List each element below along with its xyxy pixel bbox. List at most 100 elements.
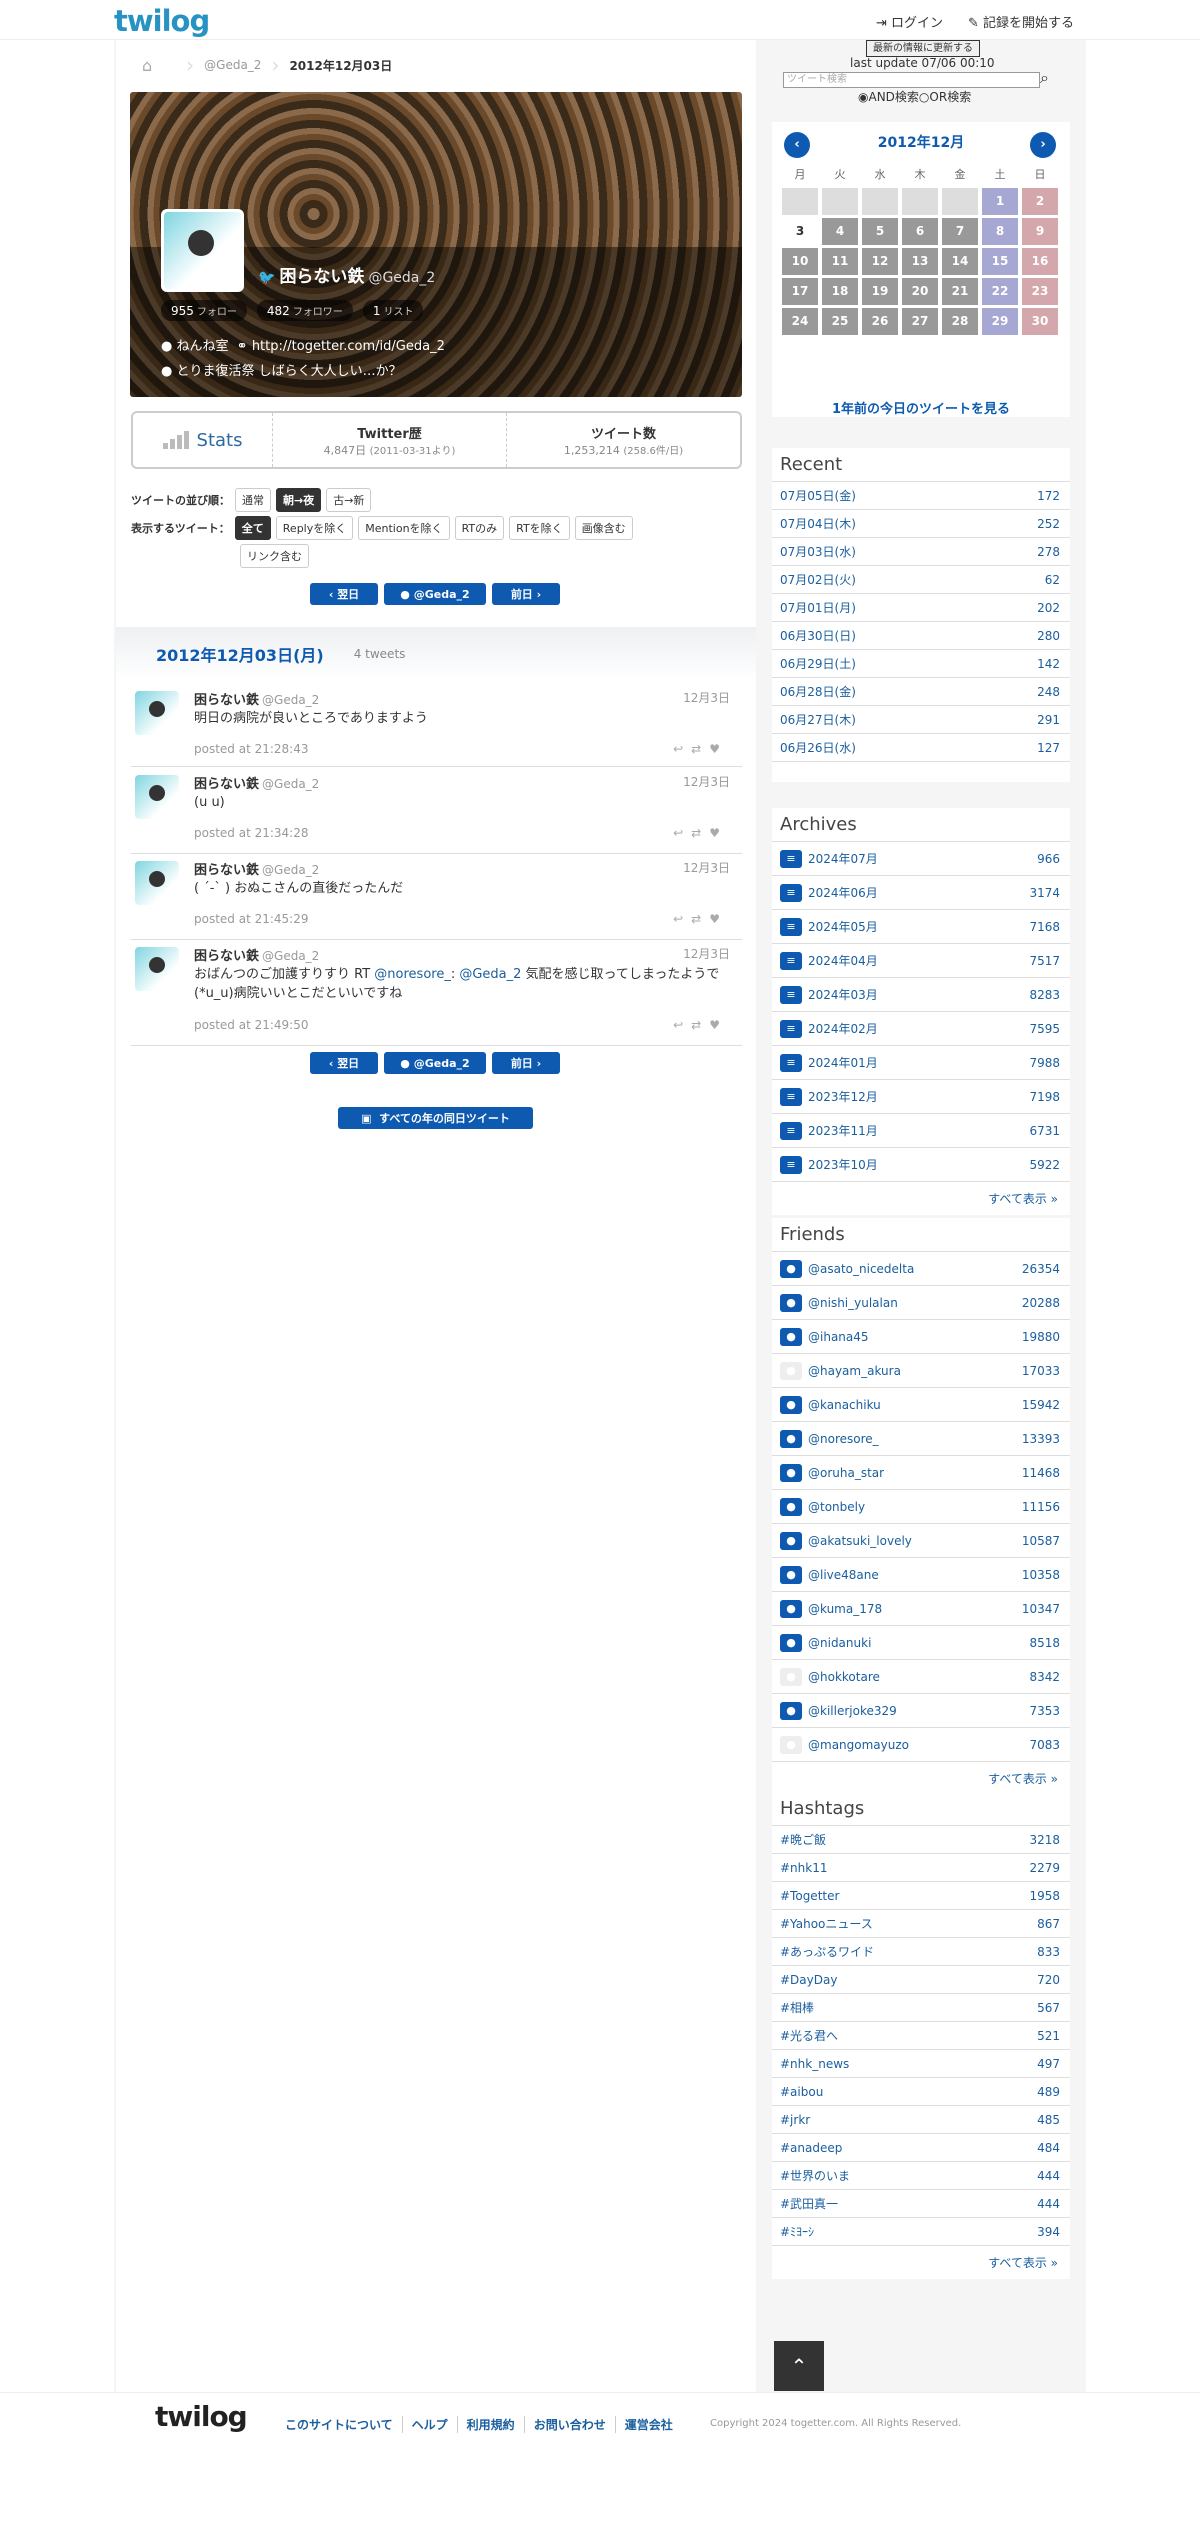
friend-item-link[interactable]: ● @oruha_star xyxy=(780,1463,884,1482)
footer-logo[interactable]: twilog xyxy=(155,2400,248,2433)
footer-link-company[interactable]: 運営会社 xyxy=(616,2416,682,2433)
back-to-top-button[interactable]: ⌃ xyxy=(774,2341,824,2391)
friend-item[interactable]: ● @live48ane 10358 xyxy=(772,1558,1070,1592)
calendar-next-icon[interactable]: › xyxy=(1030,132,1056,158)
calendar-day[interactable]: 24 xyxy=(782,308,818,335)
friend-item[interactable]: ● @ihana45 19880 xyxy=(772,1320,1070,1354)
friend-item[interactable]: ● @mangomayuzo 7083 xyxy=(772,1728,1070,1762)
footer-link-about[interactable]: このサイトについて xyxy=(276,2416,403,2433)
tweet-avatar[interactable] xyxy=(135,775,179,819)
hashtag-item-link[interactable]: #晩ご飯 xyxy=(780,1831,826,1848)
twilog-logo[interactable]: twilog xyxy=(114,4,210,38)
stats-link[interactable]: Stats xyxy=(133,413,273,467)
footer-link-help[interactable]: ヘルプ xyxy=(403,2416,458,2433)
recent-item-link[interactable]: 07月05日(金) xyxy=(780,487,856,504)
hashtag-item-link[interactable]: #武田真一 xyxy=(780,2195,838,2212)
archive-item-link[interactable]: ≡ 2024年05月 xyxy=(780,917,878,936)
recent-item[interactable]: 06月28日(金) 248 xyxy=(772,678,1070,706)
friends-show-all[interactable]: すべて表示 » xyxy=(772,1762,1070,1795)
search-icon[interactable]: ⌕ xyxy=(1040,68,1049,88)
calendar-day[interactable]: 14 xyxy=(942,248,978,275)
archive-item-link[interactable]: ≡ 2024年02月 xyxy=(780,1019,878,1038)
friend-item[interactable]: ● @akatsuki_lovely 10587 xyxy=(772,1524,1070,1558)
hashtag-item-link[interactable]: #ﾐﾖｰｼ xyxy=(780,2223,814,2240)
tweet-date[interactable]: 12月3日 xyxy=(683,773,730,790)
login-link[interactable]: ⇥ ログイン xyxy=(876,12,943,31)
user-button[interactable]: ● @Geda_2 xyxy=(384,1052,486,1074)
or-radio[interactable]: ○ xyxy=(919,90,929,104)
calendar-day[interactable]: 25 xyxy=(822,308,858,335)
hashtag-item[interactable]: #Yahooニュース 867 xyxy=(772,1910,1070,1938)
friend-item[interactable]: ● @asato_nicedelta 26354 xyxy=(772,1252,1070,1286)
calendar-day[interactable]: 2 xyxy=(1022,188,1058,215)
tweet-posted-at[interactable]: posted at 21:28:43 xyxy=(194,742,309,756)
filter-no-reply-button[interactable]: Replyを除く xyxy=(275,516,354,540)
search-input[interactable]: ツイート検索 xyxy=(783,72,1040,88)
friend-item-link[interactable]: ● @tonbely xyxy=(780,1497,865,1516)
hashtag-item-link[interactable]: #Yahooニュース xyxy=(780,1915,873,1932)
tweet-author[interactable]: 困らない鉄 @Geda_2 xyxy=(194,945,319,964)
friend-item-link[interactable]: ● @akatsuki_lovely xyxy=(780,1531,912,1550)
archive-item[interactable]: ≡ 2023年11月 6731 xyxy=(772,1114,1070,1148)
hashtag-item[interactable]: #DayDay 720 xyxy=(772,1966,1070,1994)
recent-item-link[interactable]: 07月03日(水) xyxy=(780,543,856,560)
archive-item-link[interactable]: ≡ 2024年01月 xyxy=(780,1053,878,1072)
refresh-button[interactable]: 最新の情報に更新する xyxy=(866,40,980,57)
breadcrumb-user[interactable]: @Geda_2 xyxy=(204,58,261,72)
friend-item-link[interactable]: ● @hayam_akura xyxy=(780,1361,901,1380)
hashtag-item-link[interactable]: #aibou xyxy=(780,2085,823,2099)
calendar-day[interactable]: 1 xyxy=(982,188,1018,215)
friend-item-link[interactable]: ● @live48ane xyxy=(780,1565,879,1584)
filter-all-button[interactable]: 全て xyxy=(234,516,271,540)
recent-item[interactable]: 07月03日(水) 278 xyxy=(772,538,1070,566)
tweet-posted-at[interactable]: posted at 21:45:29 xyxy=(194,912,309,926)
like-icon[interactable]: ♥ xyxy=(709,1018,728,1032)
calendar-day[interactable]: 28 xyxy=(942,308,978,335)
friend-item[interactable]: ● @noresore_ 13393 xyxy=(772,1422,1070,1456)
footer-link-terms[interactable]: 利用規約 xyxy=(458,2416,525,2433)
archive-item-link[interactable]: ≡ 2024年03月 xyxy=(780,985,878,1004)
archive-item[interactable]: ≡ 2024年07月 966 xyxy=(772,842,1070,876)
recent-item[interactable]: 07月05日(金) 172 xyxy=(772,482,1070,510)
friend-item-link[interactable]: ● @nishi_yulalan xyxy=(780,1293,898,1312)
order-normal-button[interactable]: 通常 xyxy=(235,488,271,512)
hashtag-item-link[interactable]: #nhk_news xyxy=(780,2057,849,2071)
recent-item-link[interactable]: 06月30日(日) xyxy=(780,627,856,644)
friend-item-link[interactable]: ● @noresore_ xyxy=(780,1429,879,1448)
archive-item[interactable]: ≡ 2023年10月 5922 xyxy=(772,1148,1070,1182)
recent-item-link[interactable]: 07月01日(月) xyxy=(780,599,856,616)
friend-item-link[interactable]: ● @killerjoke329 xyxy=(780,1701,897,1720)
calendar-day[interactable]: 20 xyxy=(902,278,938,305)
recent-item[interactable]: 06月26日(水) 127 xyxy=(772,734,1070,762)
recent-item[interactable]: 06月30日(日) 280 xyxy=(772,622,1070,650)
archive-item[interactable]: ≡ 2024年06月 3174 xyxy=(772,876,1070,910)
friend-item-link[interactable]: ● @nidanuki xyxy=(780,1633,871,1652)
hashtag-item[interactable]: #aibou 489 xyxy=(772,2078,1070,2106)
archive-item-link[interactable]: ≡ 2024年04月 xyxy=(780,951,878,970)
recent-item[interactable]: 06月29日(土) 142 xyxy=(772,650,1070,678)
hashtag-item-link[interactable]: #nhk11 xyxy=(780,1861,827,1875)
retweet-icon[interactable]: ⇄ xyxy=(691,742,709,756)
hashtag-item-link[interactable]: #世界のいま xyxy=(780,2167,850,2184)
hashtag-item[interactable]: #nhk_news 497 xyxy=(772,2050,1070,2078)
hashtag-item[interactable]: #ﾐﾖｰｼ 394 xyxy=(772,2218,1070,2246)
calendar-day[interactable]: 11 xyxy=(822,248,858,275)
friend-item[interactable]: ● @killerjoke329 7353 xyxy=(772,1694,1070,1728)
follower-count[interactable]: 482 フォロワー xyxy=(256,300,353,321)
tweet-avatar[interactable] xyxy=(135,947,179,991)
like-icon[interactable]: ♥ xyxy=(709,912,728,926)
archive-item[interactable]: ≡ 2024年05月 7168 xyxy=(772,910,1070,944)
friend-item-link[interactable]: ● @hokkotare xyxy=(780,1667,880,1686)
calendar-day[interactable]: 12 xyxy=(862,248,898,275)
calendar-day[interactable]: 29 xyxy=(982,308,1018,335)
friend-item[interactable]: ● @tonbely 11156 xyxy=(772,1490,1070,1524)
and-radio[interactable]: ◉ xyxy=(858,90,868,104)
hashtag-item[interactable]: #Togetter 1958 xyxy=(772,1882,1070,1910)
archive-item-link[interactable]: ≡ 2023年11月 xyxy=(780,1121,878,1140)
calendar-title[interactable]: 2012年12月 xyxy=(772,132,1070,152)
hashtag-item-link[interactable]: #DayDay xyxy=(780,1973,837,1987)
hashtag-item-link[interactable]: #あっぷるワイド xyxy=(780,1943,874,1960)
archive-item[interactable]: ≡ 2023年12月 7198 xyxy=(772,1080,1070,1114)
recent-item-link[interactable]: 07月02日(火) xyxy=(780,571,856,588)
friend-item-link[interactable]: ● @asato_nicedelta xyxy=(780,1259,914,1278)
